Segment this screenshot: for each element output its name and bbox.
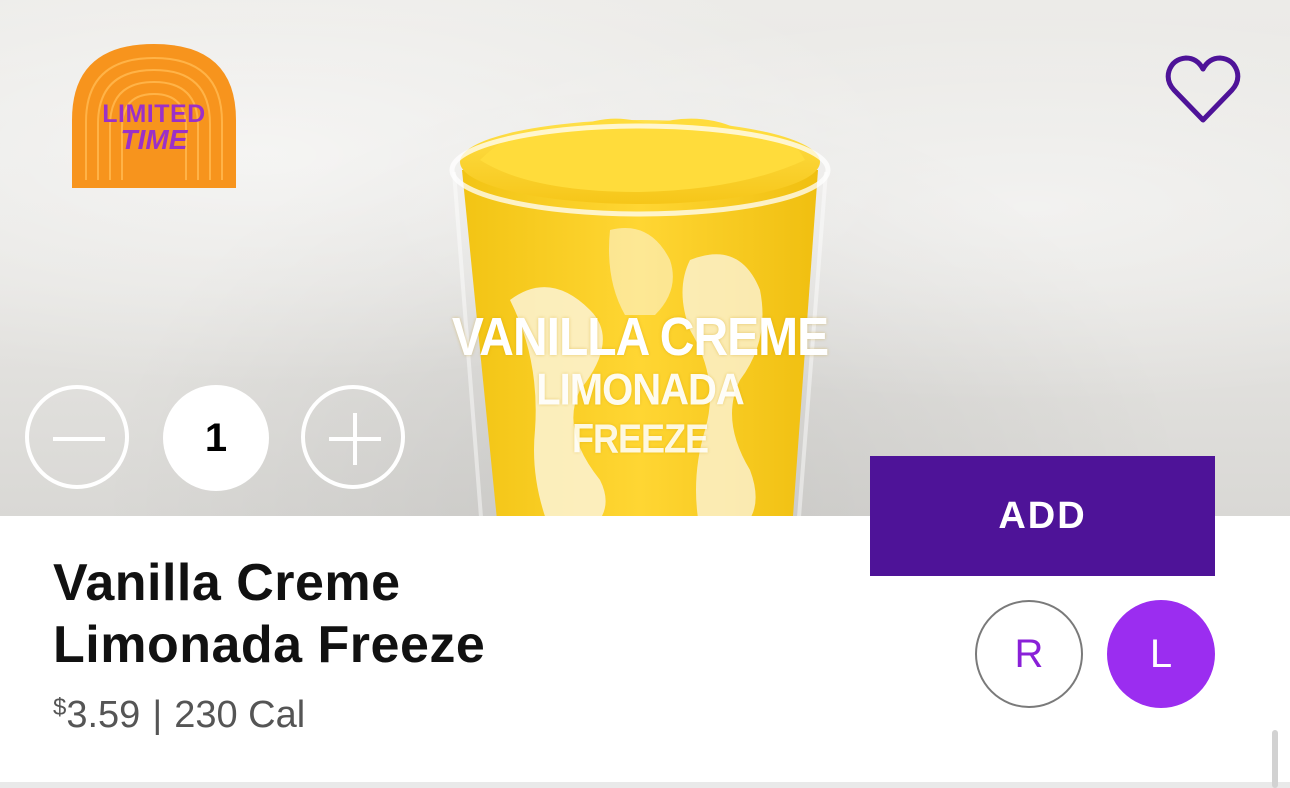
decrease-quantity-button[interactable] [25, 385, 129, 489]
price-calories: $3.59 | 230 Cal [53, 694, 305, 737]
price-currency: $ [53, 694, 67, 721]
product-title-line1: Vanilla Creme [53, 554, 401, 612]
limited-time-badge: LIMITED TIME [68, 40, 240, 192]
cup-label-line2: LIMONADA [536, 365, 745, 415]
drink-cup-image: VANILLA CREME LIMONADA FREEZE [440, 100, 840, 516]
increase-quantity-button[interactable] [301, 385, 405, 489]
calories: 230 Cal [174, 694, 306, 736]
badge-text-time: TIME [120, 124, 188, 155]
add-to-order-button[interactable]: ADD [870, 456, 1215, 576]
price-amount: 3.59 [66, 694, 141, 736]
price-separator: | [152, 694, 163, 736]
cup-label-line3: FREEZE [571, 415, 709, 462]
heart-outline-icon [1165, 55, 1241, 123]
product-card: VANILLA CREME LIMONADA FREEZE LIMITED TI… [0, 0, 1290, 788]
minus-icon [53, 437, 105, 441]
size-large-button[interactable]: L [1107, 600, 1215, 708]
plus-icon-vertical [353, 413, 357, 465]
product-title-line2: Limonada Freeze [53, 616, 486, 674]
product-image: VANILLA CREME LIMONADA FREEZE LIMITED TI… [0, 0, 1290, 516]
bottom-divider [0, 782, 1290, 788]
scrollbar[interactable] [1272, 730, 1278, 788]
size-regular-button[interactable]: R [975, 600, 1083, 708]
quantity-value: 1 [163, 385, 269, 491]
favorite-heart-icon[interactable] [1164, 54, 1242, 126]
product-title: Vanilla Creme Limonada Freeze [53, 552, 813, 676]
cup-label-line1: VANILLA CREME [451, 307, 829, 368]
